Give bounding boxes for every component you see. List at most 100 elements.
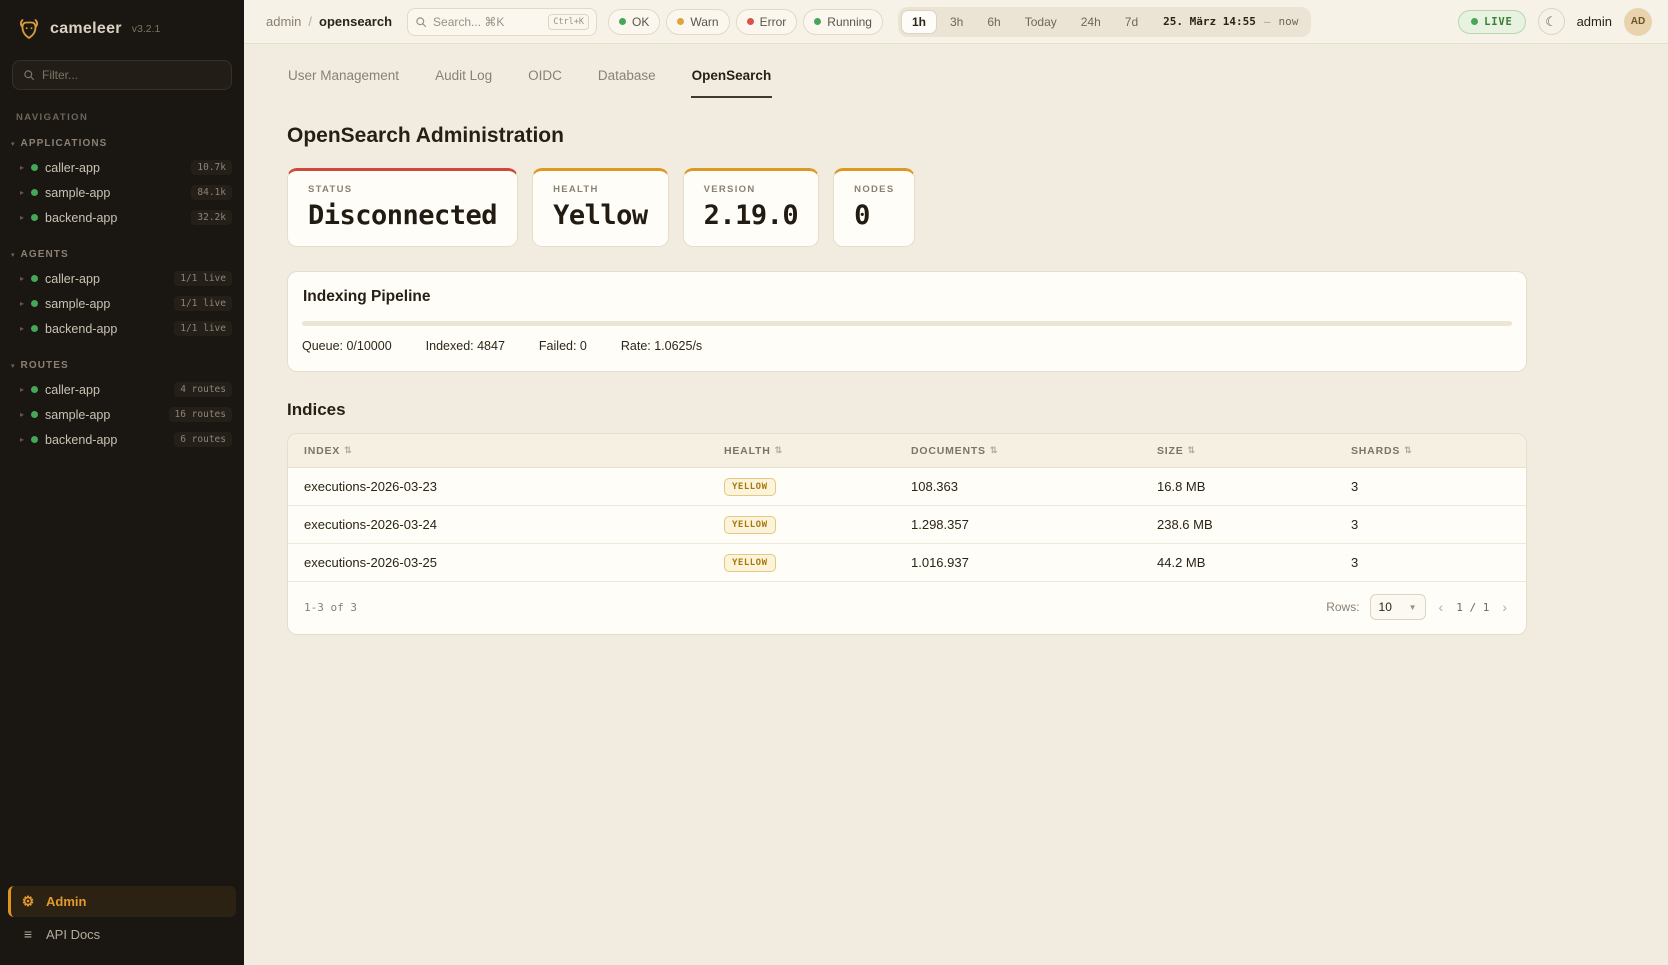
tab-user-management[interactable]: User Management <box>287 60 400 98</box>
sidebar-item-sample-app-routes[interactable]: ▸ sample-app 16 routes <box>0 402 244 427</box>
sidebar-item-backend-app[interactable]: ▸ backend-app 32.2k <box>0 205 244 230</box>
stat-card-status: STATUS Disconnected <box>287 168 518 247</box>
chevron-right-icon: ▸ <box>20 188 24 197</box>
brand-logo[interactable]: cameleer v3.2.1 <box>0 0 244 56</box>
status-dot <box>31 436 38 443</box>
status-dot <box>31 189 38 196</box>
status-dot <box>31 214 38 221</box>
time-range-6h[interactable]: 6h <box>976 10 1011 34</box>
now-text: now <box>1278 15 1298 28</box>
sidebar-filter[interactable] <box>12 60 232 90</box>
time-range-24h[interactable]: 24h <box>1070 10 1112 34</box>
stat-value: Disconnected <box>308 200 497 231</box>
indexing-pipeline-card: Indexing Pipeline Queue: 0/10000 Indexed… <box>287 271 1527 372</box>
topbar-right: LIVE ☾ admin AD <box>1458 8 1652 36</box>
time-range-7d[interactable]: 7d <box>1114 10 1149 34</box>
column-header-documents[interactable]: DOCUMENTS ⇅ <box>911 445 1157 457</box>
chevron-right-icon: ▸ <box>20 410 24 419</box>
chevron-down-icon: ▼ <box>1409 603 1417 612</box>
running-dot-icon <box>814 18 821 25</box>
section-label: AGENTS <box>21 249 69 260</box>
pipeline-progress-bar <box>302 321 1512 326</box>
cell-size: 238.6 MB <box>1157 517 1351 532</box>
section-label: APPLICATIONS <box>21 138 108 149</box>
avatar[interactable]: AD <box>1624 8 1652 36</box>
filter-input[interactable] <box>42 68 221 82</box>
section-header-routes[interactable]: ▾ ROUTES <box>0 357 244 377</box>
tab-oidc[interactable]: OIDC <box>527 60 563 98</box>
sidebar-item-admin[interactable]: ⚙ Admin <box>8 886 236 917</box>
sidebar-item-caller-app-routes[interactable]: ▸ caller-app 4 routes <box>0 377 244 402</box>
cell-index: executions-2026-03-24 <box>304 517 724 532</box>
breadcrumb: admin / opensearch <box>266 14 392 29</box>
live-toggle-button[interactable]: LIVE <box>1458 10 1526 34</box>
search-input[interactable] <box>433 15 542 29</box>
filter-ok-button[interactable]: OK <box>608 9 660 35</box>
sidebar-item-badge: 1/1 live <box>174 271 232 286</box>
dash-separator: — <box>1264 15 1271 28</box>
sidebar-item-backend-app-routes[interactable]: ▸ backend-app 6 routes <box>0 427 244 452</box>
pipeline-stats: Queue: 0/10000 Indexed: 4847 Failed: 0 R… <box>302 339 1512 353</box>
status-dot <box>31 275 38 282</box>
stat-value: Yellow <box>553 200 648 231</box>
time-range-3h[interactable]: 3h <box>939 10 974 34</box>
status-dot <box>31 325 38 332</box>
chevron-right-icon: ▸ <box>20 385 24 394</box>
filter-warn-button[interactable]: Warn <box>666 9 729 35</box>
filter-label: Warn <box>690 15 718 29</box>
stat-label: HEALTH <box>553 184 648 195</box>
tab-opensearch[interactable]: OpenSearch <box>691 60 773 98</box>
section-header-agents[interactable]: ▾ AGENTS <box>0 246 244 266</box>
time-range-control: 1h 3h 6h Today 24h 7d 25. März 14:55 — n… <box>898 7 1311 37</box>
dark-mode-toggle[interactable]: ☾ <box>1538 8 1565 35</box>
rows-per-page-select[interactable]: 10 ▼ <box>1370 594 1426 620</box>
column-header-shards[interactable]: SHARDS ⇅ <box>1351 445 1510 457</box>
sidebar-item-label: caller-app <box>45 383 167 397</box>
tab-audit-log[interactable]: Audit Log <box>434 60 493 98</box>
sidebar-item-sample-app-agent[interactable]: ▸ sample-app 1/1 live <box>0 291 244 316</box>
sidebar-item-backend-app-agent[interactable]: ▸ backend-app 1/1 live <box>0 316 244 341</box>
status-dot <box>31 300 38 307</box>
moon-icon: ☾ <box>1545 14 1557 30</box>
sort-icon: ⇅ <box>344 445 352 456</box>
chevron-right-icon: ▸ <box>20 299 24 308</box>
tabs: User Management Audit Log OIDC Database … <box>287 60 1668 98</box>
brand-name: cameleer <box>50 20 122 38</box>
pipeline-title: Indexing Pipeline <box>303 288 1512 306</box>
shortcut-badge: Ctrl+K <box>548 14 589 30</box>
gear-icon: ⚙ <box>20 893 36 910</box>
prev-page-button[interactable]: ‹ <box>1436 599 1447 615</box>
column-header-index[interactable]: INDEX ⇅ <box>304 445 724 457</box>
sidebar-item-label: backend-app <box>45 433 167 447</box>
breadcrumb-admin[interactable]: admin <box>266 14 301 29</box>
column-header-size[interactable]: SIZE ⇅ <box>1157 445 1351 457</box>
time-range-1h[interactable]: 1h <box>901 10 937 34</box>
cell-size: 16.8 MB <box>1157 479 1351 494</box>
sidebar-item-badge: 32.2k <box>191 210 232 225</box>
filter-error-button[interactable]: Error <box>736 9 798 35</box>
user-name: admin <box>1577 14 1612 29</box>
sidebar-item-sample-app[interactable]: ▸ sample-app 84.1k <box>0 180 244 205</box>
rows-per-page-value: 10 <box>1379 600 1392 614</box>
filter-running-button[interactable]: Running <box>803 9 883 35</box>
breadcrumb-opensearch[interactable]: opensearch <box>319 14 392 29</box>
table-row: executions-2026-03-25 YELLOW 1.016.937 4… <box>288 544 1526 582</box>
sidebar-item-api-docs[interactable]: ≡ API Docs <box>8 919 236 949</box>
stat-value: 0 <box>854 200 894 231</box>
next-page-button[interactable]: › <box>1499 599 1510 615</box>
sidebar-item-label: sample-app <box>45 186 184 200</box>
time-range-today[interactable]: Today <box>1014 10 1068 34</box>
time-range-display[interactable]: 25. März 14:55 — now <box>1163 15 1298 28</box>
global-search[interactable]: Ctrl+K <box>407 8 597 36</box>
table-row: executions-2026-03-23 YELLOW 108.363 16.… <box>288 468 1526 506</box>
sidebar-item-caller-app[interactable]: ▸ caller-app 10.7k <box>0 155 244 180</box>
column-header-health[interactable]: HEALTH ⇅ <box>724 445 911 457</box>
stat-label: STATUS <box>308 184 497 195</box>
section-header-applications[interactable]: ▾ APPLICATIONS <box>0 135 244 155</box>
sort-icon: ⇅ <box>1188 445 1196 456</box>
sidebar-item-caller-app-agent[interactable]: ▸ caller-app 1/1 live <box>0 266 244 291</box>
tab-database[interactable]: Database <box>597 60 657 98</box>
sidebar-item-label: sample-app <box>45 408 162 422</box>
indices-table: INDEX ⇅ HEALTH ⇅ DOCUMENTS ⇅ SIZE ⇅ <box>287 433 1527 635</box>
chevron-right-icon: ▸ <box>20 213 24 222</box>
